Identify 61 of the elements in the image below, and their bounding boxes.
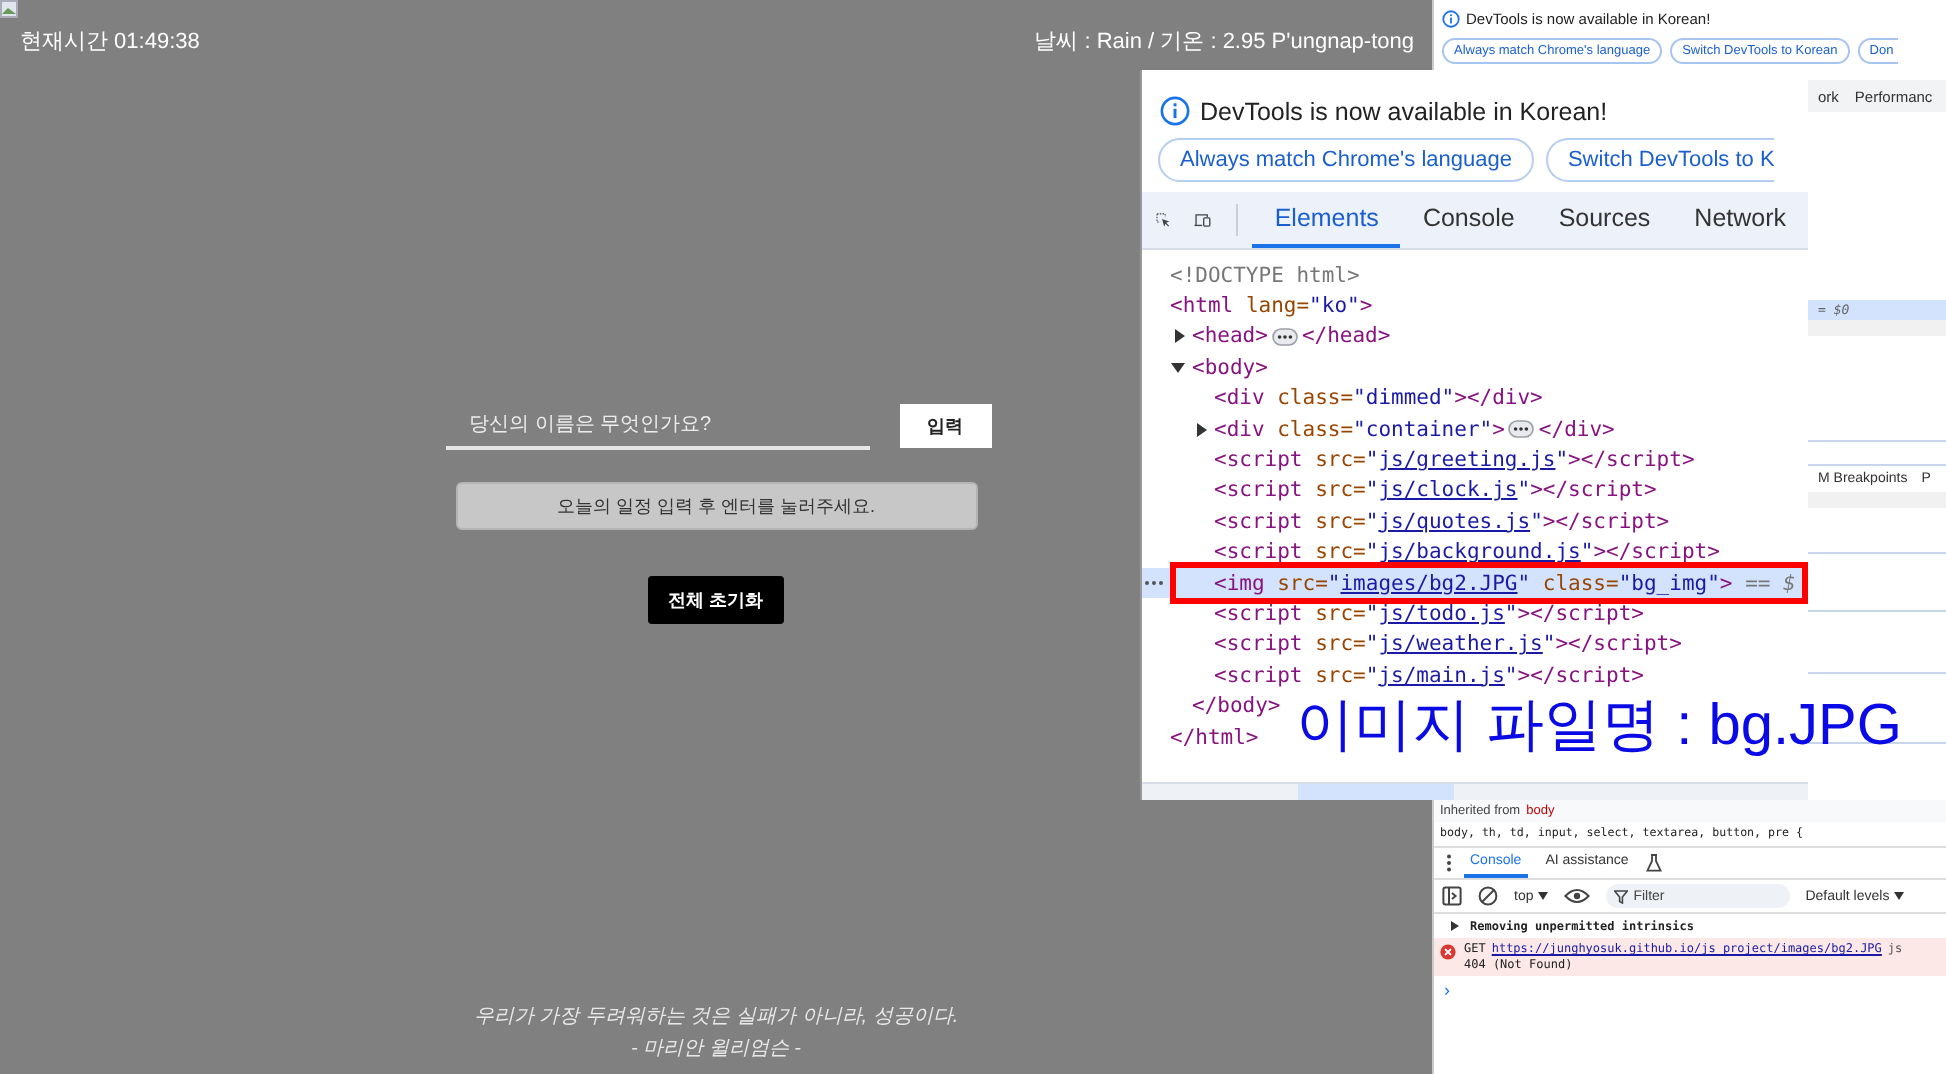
dom-node-line[interactable]: <script src="js/main.js"></script> xyxy=(1214,663,1644,688)
quote-author: - 마리안 윌리엄슨 - xyxy=(631,1036,801,1062)
file-link[interactable]: js/greeting.js xyxy=(1378,448,1556,473)
dom-node-line[interactable]: </body> xyxy=(1192,694,1281,719)
collapsed-arrow-icon[interactable] xyxy=(1196,421,1208,438)
clear-console-icon[interactable] xyxy=(1478,886,1498,906)
name-input-field[interactable]: 당신의 이름은 무엇인가요? xyxy=(445,402,869,450)
dom-node-line[interactable]: <script src="js/background.js"></script> xyxy=(1214,540,1720,565)
filter-icon xyxy=(1613,889,1628,903)
dom-node-line[interactable]: <body> xyxy=(1192,355,1268,380)
dom-node-line[interactable]: </head> xyxy=(1301,324,1391,349)
collapsed-content-icon[interactable] xyxy=(1271,327,1298,346)
console-prompt[interactable]: › xyxy=(1434,976,1946,1004)
flask-icon xyxy=(1646,854,1663,872)
dom-node-line[interactable]: <script src="js/clock.js"></script> xyxy=(1214,478,1657,503)
clock-text: 현재시간 01:49:38 xyxy=(20,28,200,56)
todo-input-field[interactable]: 오늘의 일정 입력 후 엔터를 눌러주세요. xyxy=(455,482,977,530)
submit-button[interactable]: 입력 xyxy=(899,404,991,448)
weather-text: 날씨 : Rain / 기온 : 2.95 P'ungnap-tong xyxy=(1034,28,1414,56)
expanded-arrow-icon[interactable] xyxy=(1170,361,1186,374)
devtools-tab[interactable]: Elements xyxy=(1252,192,1401,248)
dom-node-line[interactable]: <div class="container"> xyxy=(1214,417,1505,442)
file-link[interactable]: js/clock.js xyxy=(1378,478,1518,503)
reset-all-button[interactable]: 전체 초기화 xyxy=(648,576,784,624)
dom-node-line[interactable]: </html> xyxy=(1170,725,1259,750)
dom-node-line[interactable]: <div class="dimmed"></div> xyxy=(1214,386,1543,411)
collapsed-content-icon[interactable] xyxy=(1508,420,1535,439)
file-link[interactable]: images/bg2.JPG xyxy=(1340,571,1518,596)
file-link[interactable]: js/main.js xyxy=(1378,663,1505,688)
language-option-button[interactable]: Always match Chrome's language xyxy=(1158,138,1534,182)
annotation-text: 이미지 파일명 : bg.JPG xyxy=(1296,692,1902,762)
broken-image-icon xyxy=(0,0,18,18)
file-link[interactable]: js/weather.js xyxy=(1378,632,1543,657)
eye-icon[interactable] xyxy=(1563,888,1590,904)
collapsed-arrow-icon[interactable] xyxy=(1174,328,1186,345)
quote-text: 우리가 가장 두려워하는 것은 실패가 아니라, 성공이다. xyxy=(473,1004,959,1030)
more-icon[interactable] xyxy=(1144,579,1164,586)
dom-node-line[interactable]: <script src="js/weather.js"></script> xyxy=(1214,632,1682,657)
more-options-icon[interactable] xyxy=(1446,854,1452,872)
dom-node-line[interactable]: <script src="js/todo.js"></script> xyxy=(1214,601,1644,626)
file-link[interactable]: js/quotes.js xyxy=(1378,509,1531,534)
caret-icon xyxy=(1893,891,1904,899)
dom-node-line[interactable]: <!DOCTYPE html> xyxy=(1170,263,1360,288)
dom-node-line[interactable]: <html lang="ko"> xyxy=(1170,294,1373,319)
devtools-tab[interactable]: Sources xyxy=(1536,192,1673,248)
language-option-button[interactable]: Switch DevTools to K xyxy=(1545,138,1775,182)
devtools-tab[interactable]: Network xyxy=(1672,192,1809,248)
caret-icon xyxy=(1537,891,1548,899)
dom-node-line[interactable]: <script src="js/greeting.js"></script> xyxy=(1214,448,1695,473)
info-icon xyxy=(1160,96,1190,126)
language-banner-text: DevTools is now available in Korean! xyxy=(1200,97,1608,125)
dom-node-line[interactable]: <head> xyxy=(1192,324,1268,349)
file-link[interactable]: js/background.js xyxy=(1378,540,1581,565)
devtools-tab[interactable]: Console xyxy=(1400,192,1537,248)
file-link[interactable]: js/todo.js xyxy=(1378,601,1505,626)
dom-node-line[interactable]: </div> xyxy=(1538,417,1615,442)
error-icon xyxy=(1440,944,1456,960)
info-icon xyxy=(1442,10,1460,28)
dom-node-line[interactable]: <script src="js/quotes.js"></script> xyxy=(1214,509,1670,534)
expand-arrow-icon[interactable] xyxy=(1450,920,1460,932)
sidebar-toggle-icon[interactable] xyxy=(1442,886,1462,906)
